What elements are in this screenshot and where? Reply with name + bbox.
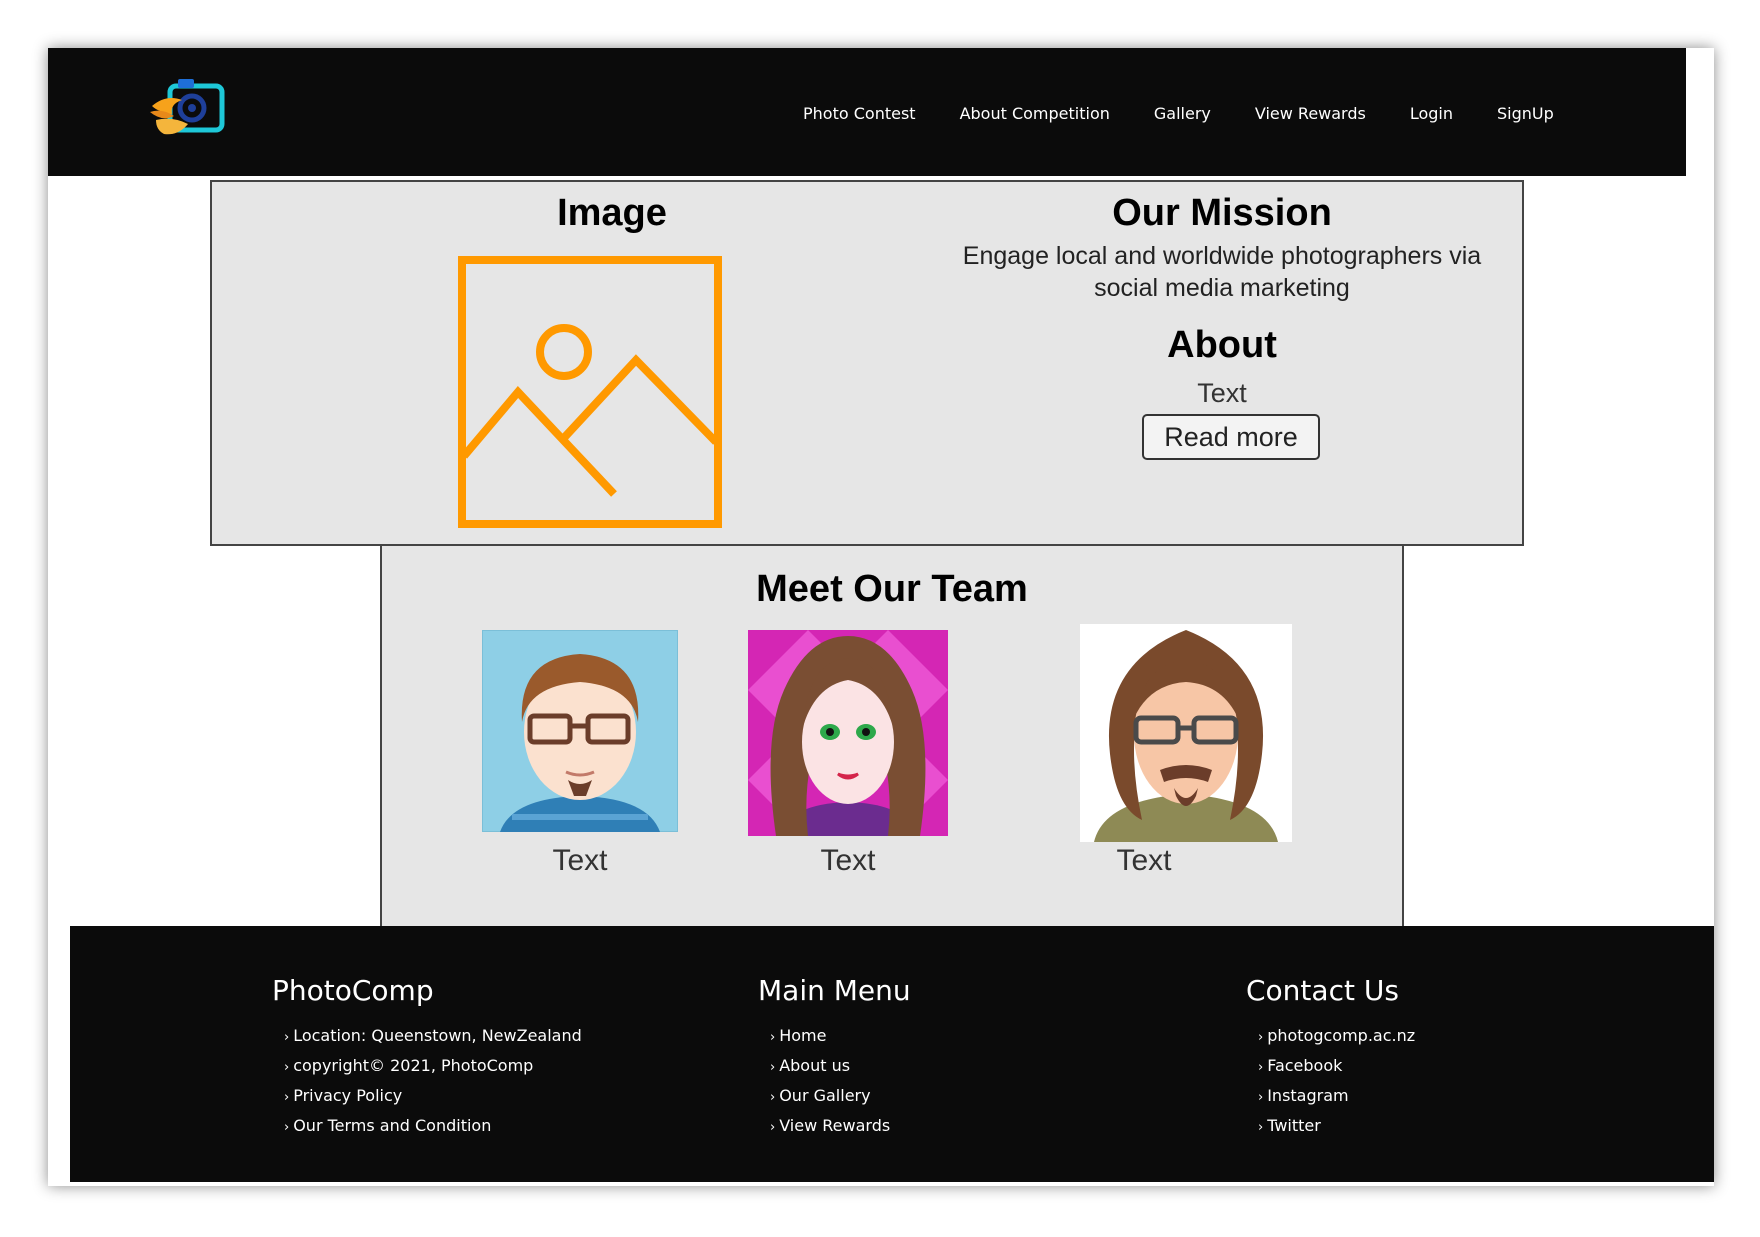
nav-view-rewards[interactable]: View Rewards — [1255, 104, 1366, 134]
nav-signup[interactable]: SignUp — [1497, 104, 1554, 134]
footer-link-instagram[interactable]: › Instagram — [1258, 1081, 1415, 1111]
nav-links: Photo Contest About Competition Gallery … — [803, 104, 1598, 134]
footer-link-label: Facebook — [1267, 1056, 1343, 1075]
mission-text: Engage local and worldwide photographers… — [962, 242, 1482, 302]
footer-link-label: Privacy Policy — [293, 1086, 403, 1105]
mission-heading: Our Mission — [1112, 192, 1332, 234]
team-member-name: Text — [820, 844, 876, 877]
footer-link-about-us[interactable]: › About us — [770, 1051, 911, 1081]
about-heading: About — [1167, 324, 1277, 366]
page-frame: Photo Contest About Competition Gallery … — [48, 48, 1714, 1186]
footer-link-label: About us — [779, 1056, 851, 1075]
chevron-right-icon: › — [770, 1090, 776, 1105]
footer-link-label: copyright© 2021, PhotoComp — [293, 1056, 534, 1075]
footer-link-label: View Rewards — [779, 1116, 891, 1135]
team-member-avatar — [482, 630, 678, 832]
footer-link-website[interactable]: › photogcomp.ac.nz — [1258, 1021, 1415, 1051]
nav-about-competition[interactable]: About Competition — [960, 104, 1110, 134]
footer-link-home[interactable]: › Home — [770, 1021, 911, 1051]
image-heading: Image — [557, 192, 667, 234]
chevron-right-icon: › — [284, 1090, 290, 1105]
image-placeholder-icon — [458, 256, 722, 528]
team-member-name: Text — [552, 844, 608, 877]
nav-photo-contest[interactable]: Photo Contest — [803, 104, 916, 134]
camera-logo-icon[interactable] — [148, 76, 232, 148]
footer-link-label: Our Terms and Condition — [293, 1116, 492, 1135]
footer-link-our-gallery[interactable]: › Our Gallery — [770, 1081, 911, 1111]
footer-link-terms[interactable]: › Our Terms and Condition — [284, 1111, 582, 1141]
intro-panel: Image Our Mission Engage local and world… — [210, 180, 1524, 546]
chevron-right-icon: › — [1258, 1120, 1264, 1135]
nav-login[interactable]: Login — [1410, 104, 1453, 134]
footer-link-label: Location: Queenstown, NewZealand — [293, 1026, 582, 1045]
footer-link-privacy-policy[interactable]: › Privacy Policy — [284, 1081, 582, 1111]
footer-link-label: Twitter — [1267, 1116, 1321, 1135]
footer-column-photocomp: PhotoComp › Location: Queenstown, NewZeal… — [272, 974, 582, 1141]
team-member-avatar — [748, 630, 948, 836]
footer-link-label: Instagram — [1267, 1086, 1349, 1105]
about-text: Text — [1197, 378, 1247, 408]
footer: PhotoComp › Location: Queenstown, NewZeal… — [70, 926, 1714, 1182]
navbar: Photo Contest About Competition Gallery … — [48, 48, 1686, 176]
footer-title: Main Menu — [758, 974, 911, 1007]
footer-link-label: Home — [779, 1026, 827, 1045]
footer-title: Contact Us — [1246, 974, 1399, 1007]
chevron-right-icon: › — [284, 1120, 290, 1135]
team-member-avatar — [1080, 624, 1292, 842]
footer-link-label: photogcomp.ac.nz — [1267, 1026, 1416, 1045]
footer-link-facebook[interactable]: › Facebook — [1258, 1051, 1415, 1081]
chevron-right-icon: › — [770, 1060, 776, 1075]
chevron-right-icon: › — [770, 1120, 776, 1135]
footer-link-label: Our Gallery — [779, 1086, 871, 1105]
chevron-right-icon: › — [1258, 1060, 1264, 1075]
footer-link-copyright[interactable]: › copyright© 2021, PhotoComp — [284, 1051, 582, 1081]
footer-link-twitter[interactable]: › Twitter — [1258, 1111, 1415, 1141]
footer-column-main-menu: Main Menu › Home › About us › Our Gallery ›… — [758, 974, 911, 1141]
footer-column-contact-us: Contact Us › photogcomp.ac.nz › Facebook ›… — [1246, 974, 1415, 1141]
nav-gallery[interactable]: Gallery — [1154, 104, 1211, 134]
team-member-name: Text — [1116, 844, 1172, 877]
footer-link-location[interactable]: › Location: Queenstown, NewZealand — [284, 1021, 582, 1051]
footer-title: PhotoComp — [272, 974, 434, 1007]
chevron-right-icon: › — [1258, 1090, 1264, 1105]
footer-link-view-rewards[interactable]: › View Rewards — [770, 1111, 911, 1141]
chevron-right-icon: › — [770, 1030, 776, 1045]
team-heading: Meet Our Team — [756, 568, 1028, 610]
team-panel: Meet Our Team Text Text Text — [380, 546, 1404, 926]
chevron-right-icon: › — [1258, 1030, 1264, 1045]
read-more-button[interactable]: Read more — [1142, 414, 1320, 460]
chevron-right-icon: › — [284, 1030, 290, 1045]
chevron-right-icon: › — [284, 1060, 290, 1075]
